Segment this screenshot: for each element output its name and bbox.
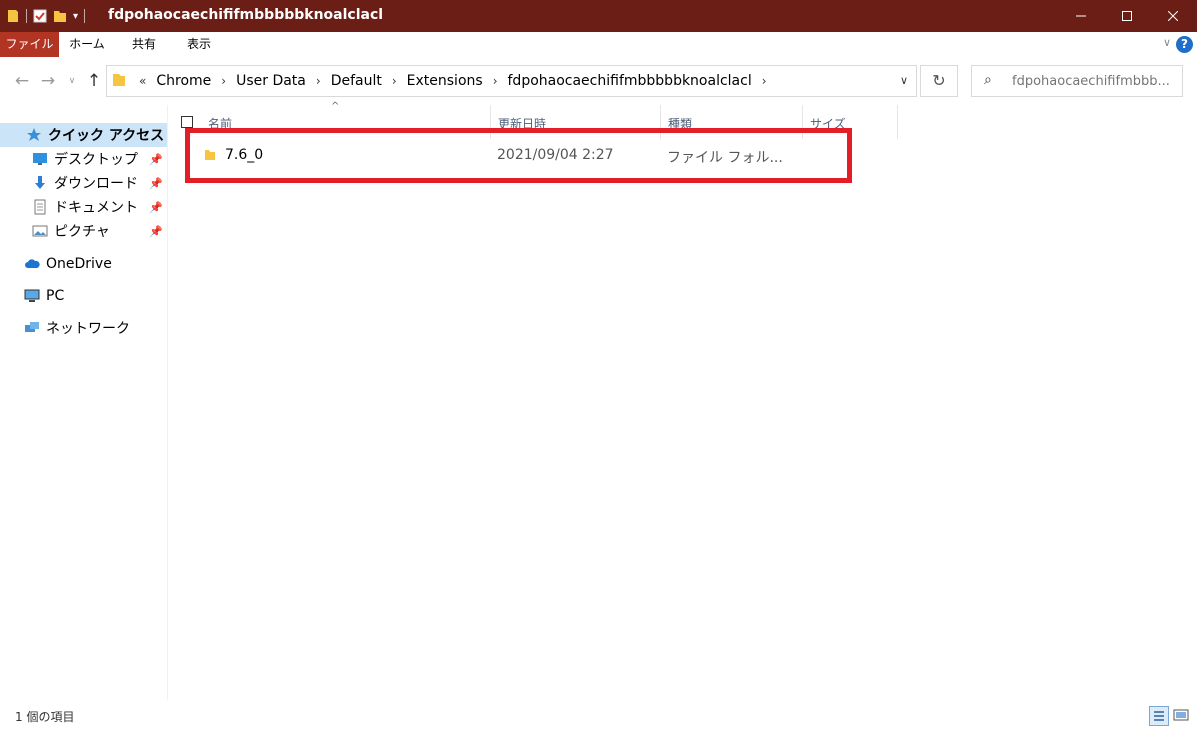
up-button[interactable]: ↑ <box>84 71 104 91</box>
select-all-checkbox[interactable] <box>181 116 193 128</box>
minimize-button[interactable] <box>1058 0 1104 32</box>
sidebar-item-label: ダウンロード <box>54 176 138 192</box>
sidebar-item-label: ピクチャ <box>54 224 110 240</box>
pin-icon[interactable]: 📌 <box>149 201 163 214</box>
forward-button[interactable]: → <box>38 71 58 91</box>
sidebar-item-pc[interactable]: PC <box>0 284 167 308</box>
sidebar-item-downloads[interactable]: ダウンロード 📌 <box>0 171 167 195</box>
tab-home[interactable]: ホーム <box>62 32 112 57</box>
sidebar-item-desktop[interactable]: デスクトップ 📌 <box>0 147 167 171</box>
sidebar-item-label: デスクトップ <box>54 152 138 168</box>
sidebar-item-network[interactable]: ネットワーク <box>0 316 167 340</box>
sidebar-item-quick-access[interactable]: クイック アクセス <box>0 123 167 147</box>
window-title: fdpohaocaechififmbbbbbknoalclacl <box>108 7 384 23</box>
star-icon <box>26 127 42 143</box>
quick-access-toolbar: ▾ <box>6 6 86 26</box>
address-dropdown-icon[interactable]: ∨ <box>900 74 908 87</box>
tab-file[interactable]: ファイル <box>0 32 59 57</box>
file-list: ^ 名前 更新日時 種類 サイズ 7.6_0 2021/09/04 2:27 フ… <box>168 101 1197 700</box>
chevron-right-icon[interactable]: › <box>312 74 325 88</box>
breadcrumb-default[interactable]: Default <box>325 73 388 89</box>
ribbon: ファイル ホーム 共有 表示 ∨ ? <box>0 32 1197 58</box>
document-icon <box>32 199 48 215</box>
new-folder-icon[interactable] <box>53 8 67 24</box>
recent-locations-button[interactable]: ∨ <box>62 71 82 91</box>
chevron-down-icon[interactable]: ▾ <box>73 11 78 22</box>
minimize-icon <box>1076 15 1086 17</box>
pc-icon <box>24 288 40 304</box>
breadcrumb-overflow[interactable]: « <box>135 74 150 88</box>
sidebar-item-label: PC <box>46 288 65 304</box>
address-bar[interactable]: « Chrome › User Data › Default › Extensi… <box>106 65 917 97</box>
chevron-right-icon[interactable]: › <box>758 74 771 88</box>
ribbon-expand-icon[interactable]: ∨ <box>1163 36 1171 49</box>
help-icon[interactable]: ? <box>1176 36 1193 53</box>
sidebar-item-label: ネットワーク <box>46 321 130 337</box>
title-bar: ▾ fdpohaocaechififmbbbbbknoalclacl <box>0 0 1197 32</box>
large-icons-view-button[interactable] <box>1172 706 1192 726</box>
chevron-right-icon[interactable]: › <box>489 74 502 88</box>
pictures-icon <box>32 223 48 239</box>
breadcrumb-chrome[interactable]: Chrome <box>150 73 217 89</box>
folder-icon <box>6 8 20 24</box>
item-count: 1 個の項目 <box>15 710 75 724</box>
maximize-button[interactable] <box>1104 0 1150 32</box>
folder-icon <box>112 72 126 92</box>
breadcrumb-extensions[interactable]: Extensions <box>401 73 489 89</box>
pin-icon[interactable]: 📌 <box>149 225 163 238</box>
download-icon <box>32 175 48 191</box>
properties-icon[interactable] <box>33 8 47 24</box>
chevron-right-icon[interactable]: › <box>217 74 230 88</box>
breadcrumb: « Chrome › User Data › Default › Extensi… <box>135 66 771 96</box>
details-view-icon <box>1154 711 1164 721</box>
search-box[interactable]: ⌕ <box>971 65 1183 97</box>
close-icon <box>1168 11 1178 21</box>
highlight-box <box>185 128 852 183</box>
navigation-bar: ← → ∨ ↑ « Chrome › User Data › Default ›… <box>0 57 1197 105</box>
sort-ascending-icon: ^ <box>331 101 340 112</box>
tab-view[interactable]: 表示 <box>175 32 223 57</box>
status-bar: 1 個の項目 <box>0 700 1197 730</box>
breadcrumb-user-data[interactable]: User Data <box>230 73 312 89</box>
network-icon <box>24 320 40 336</box>
maximize-icon <box>1122 11 1132 21</box>
sidebar-item-label: クイック アクセス <box>48 128 165 144</box>
cloud-icon <box>24 256 40 272</box>
desktop-icon <box>32 151 48 167</box>
pin-icon[interactable]: 📌 <box>149 153 163 166</box>
close-button[interactable] <box>1150 0 1196 32</box>
details-view-button[interactable] <box>1149 706 1169 726</box>
sidebar-item-onedrive[interactable]: OneDrive <box>0 252 167 276</box>
separator <box>26 9 27 23</box>
pin-icon[interactable]: 📌 <box>149 177 163 190</box>
refresh-button[interactable]: ↻ <box>920 65 958 97</box>
navigation-pane: クイック アクセス デスクトップ 📌 ダウンロード 📌 ドキュメント 📌 ピクチ… <box>0 105 168 700</box>
chevron-right-icon[interactable]: › <box>388 74 401 88</box>
search-icon: ⌕ <box>984 72 992 88</box>
large-icons-view-icon <box>1173 709 1189 721</box>
sidebar-item-pictures[interactable]: ピクチャ 📌 <box>0 219 167 243</box>
breadcrumb-current-folder[interactable]: fdpohaocaechififmbbbbbknoalclacl <box>502 73 758 89</box>
search-input[interactable] <box>1012 70 1178 92</box>
tab-share[interactable]: 共有 <box>120 32 168 57</box>
sidebar-item-label: OneDrive <box>46 256 112 272</box>
back-button[interactable]: ← <box>12 71 32 91</box>
separator <box>84 9 86 23</box>
sidebar-item-label: ドキュメント <box>54 200 138 216</box>
sidebar-item-documents[interactable]: ドキュメント 📌 <box>0 195 167 219</box>
column-divider[interactable] <box>897 105 898 139</box>
